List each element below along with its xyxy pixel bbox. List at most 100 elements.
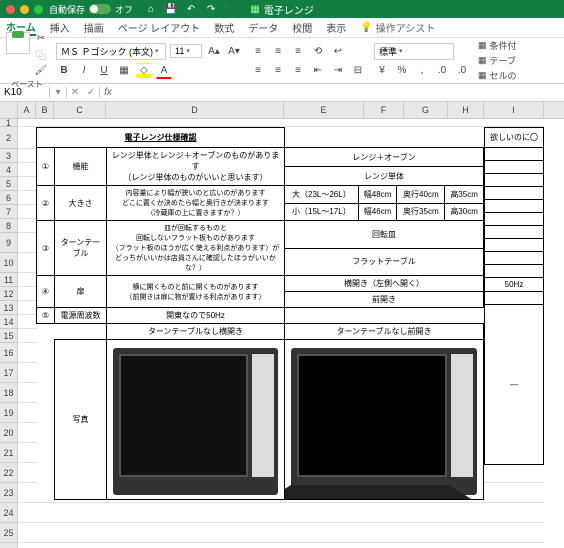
- orientation-icon[interactable]: ⟲: [310, 43, 326, 59]
- row-header[interactable]: 10: [0, 253, 18, 273]
- save-icon[interactable]: 💾: [165, 3, 177, 15]
- row-header[interactable]: 14: [0, 315, 18, 329]
- col-header[interactable]: D: [106, 102, 284, 118]
- row-header[interactable]: 23: [0, 483, 18, 503]
- tab-layout[interactable]: ページ レイアウト: [118, 20, 201, 35]
- row-header[interactable]: 20: [0, 423, 18, 443]
- toggle-icon[interactable]: [89, 4, 111, 14]
- row-header[interactable]: 2: [0, 127, 18, 149]
- row-header[interactable]: 7: [0, 205, 18, 219]
- row-header[interactable]: 3: [0, 149, 18, 163]
- row-header[interactable]: 17: [0, 363, 18, 383]
- close-icon[interactable]: [6, 5, 15, 14]
- undo-icon[interactable]: ↶: [185, 3, 197, 15]
- col-header[interactable]: H: [448, 102, 484, 118]
- autosave-label: 自動保存: [49, 3, 85, 16]
- tab-review[interactable]: 校閲: [292, 20, 312, 35]
- window-controls[interactable]: [6, 5, 43, 14]
- row-header[interactable]: 18: [0, 383, 18, 403]
- excel-icon: ▦: [250, 4, 259, 15]
- fx-icon[interactable]: fx: [100, 87, 116, 98]
- fill-color-button[interactable]: ◇: [136, 63, 152, 79]
- spreadsheet-grid[interactable]: ABCDEFGHI 123456789101112131415161718192…: [0, 102, 564, 548]
- row-header[interactable]: 8: [0, 219, 18, 233]
- tab-draw[interactable]: 描画: [84, 20, 104, 35]
- row-header[interactable]: 24: [0, 503, 18, 523]
- align-center-icon[interactable]: ≡: [270, 62, 286, 78]
- format-table-button[interactable]: ▦テーブ: [478, 54, 517, 67]
- row-header[interactable]: 21: [0, 443, 18, 463]
- zoom-icon[interactable]: [34, 5, 43, 14]
- percent-icon[interactable]: %: [394, 63, 410, 79]
- row-header[interactable]: 5: [0, 177, 18, 191]
- row-header[interactable]: 19: [0, 403, 18, 423]
- italic-button[interactable]: I: [76, 63, 92, 79]
- col-header[interactable]: C: [54, 102, 106, 118]
- autosave-toggle[interactable]: 自動保存 オフ: [49, 3, 133, 16]
- decrease-font-icon[interactable]: A▾: [226, 43, 242, 59]
- currency-icon[interactable]: ¥: [374, 63, 390, 79]
- align-right-icon[interactable]: ≡: [290, 62, 306, 78]
- align-left-icon[interactable]: ≡: [250, 62, 266, 78]
- row-header[interactable]: 9: [0, 233, 18, 253]
- indent-increase-icon[interactable]: ⇥: [330, 62, 346, 78]
- row-header[interactable]: 1: [0, 119, 18, 127]
- bold-button[interactable]: B: [56, 63, 72, 79]
- col-header[interactable]: G: [404, 102, 448, 118]
- col-header[interactable]: I: [484, 102, 544, 118]
- formula-bar: K10 ▾ ✕ ✓ fx: [0, 84, 564, 102]
- enter-icon[interactable]: ✓: [83, 87, 99, 98]
- ribbon-tabs: ホーム 挿入 描画 ページ レイアウト 数式 データ 校閲 表示 💡操作アシスト: [0, 18, 564, 38]
- tab-view[interactable]: 表示: [326, 20, 346, 35]
- row-header[interactable]: 4: [0, 163, 18, 177]
- name-box-dropdown[interactable]: ▾: [50, 87, 66, 98]
- font-name-select[interactable]: ＭＳ Ｐゴシック (本文)▾: [56, 43, 166, 60]
- chevron-down-icon[interactable]: ▾: [225, 3, 229, 15]
- name-box[interactable]: K10: [0, 87, 50, 98]
- col-header[interactable]: E: [284, 102, 364, 118]
- tab-data[interactable]: データ: [248, 20, 278, 35]
- comma-icon[interactable]: ,: [414, 63, 430, 79]
- row-header[interactable]: 25: [0, 523, 18, 543]
- align-middle-icon[interactable]: ≡: [270, 43, 286, 59]
- number-format-select[interactable]: 標準▾: [374, 43, 454, 60]
- indent-decrease-icon[interactable]: ⇤: [310, 62, 326, 78]
- col-header[interactable]: A: [18, 102, 36, 118]
- font-size-select[interactable]: 11▾: [170, 44, 202, 58]
- decrease-decimal-icon[interactable]: .0: [454, 63, 470, 79]
- row-header[interactable]: 11: [0, 273, 18, 287]
- format-painter-icon[interactable]: 🖌: [34, 64, 48, 78]
- col-header[interactable]: B: [36, 102, 54, 118]
- align-top-icon[interactable]: ≡: [250, 43, 266, 59]
- row-header[interactable]: 13: [0, 301, 18, 315]
- redo-icon[interactable]: ↷: [205, 3, 217, 15]
- conditional-format-button[interactable]: ▦条件付: [478, 39, 517, 52]
- merge-icon[interactable]: ⊟: [350, 62, 366, 78]
- cancel-icon[interactable]: ✕: [67, 87, 83, 98]
- wrap-text-icon[interactable]: ↩: [330, 43, 346, 59]
- home-icon[interactable]: ⌂: [145, 3, 157, 15]
- tell-me[interactable]: 💡操作アシスト: [360, 20, 435, 35]
- copy-icon[interactable]: ⿻: [34, 48, 48, 62]
- select-all-corner[interactable]: [0, 102, 18, 118]
- product-photo-2: [285, 340, 484, 500]
- font-color-button[interactable]: A: [156, 63, 172, 79]
- tab-formulas[interactable]: 数式: [214, 20, 234, 35]
- underline-button[interactable]: U: [96, 63, 112, 79]
- cut-icon[interactable]: ✂: [34, 32, 48, 46]
- align-bottom-icon[interactable]: ≡: [290, 43, 306, 59]
- row-header[interactable]: 12: [0, 287, 18, 301]
- cell-styles-button[interactable]: ▦セルの: [478, 69, 517, 82]
- increase-font-icon[interactable]: A▴: [206, 43, 222, 59]
- row-header[interactable]: 22: [0, 463, 18, 483]
- row-header[interactable]: 26: [0, 543, 18, 548]
- row-header[interactable]: 6: [0, 191, 18, 205]
- col-header[interactable]: F: [364, 102, 404, 118]
- row-header[interactable]: 16: [0, 343, 18, 363]
- paste-button[interactable]: [6, 32, 30, 54]
- border-button[interactable]: ▦: [116, 63, 132, 79]
- minimize-icon[interactable]: [20, 5, 29, 14]
- increase-decimal-icon[interactable]: .0: [434, 63, 450, 79]
- row-header[interactable]: 15: [0, 329, 18, 343]
- tab-insert[interactable]: 挿入: [50, 20, 70, 35]
